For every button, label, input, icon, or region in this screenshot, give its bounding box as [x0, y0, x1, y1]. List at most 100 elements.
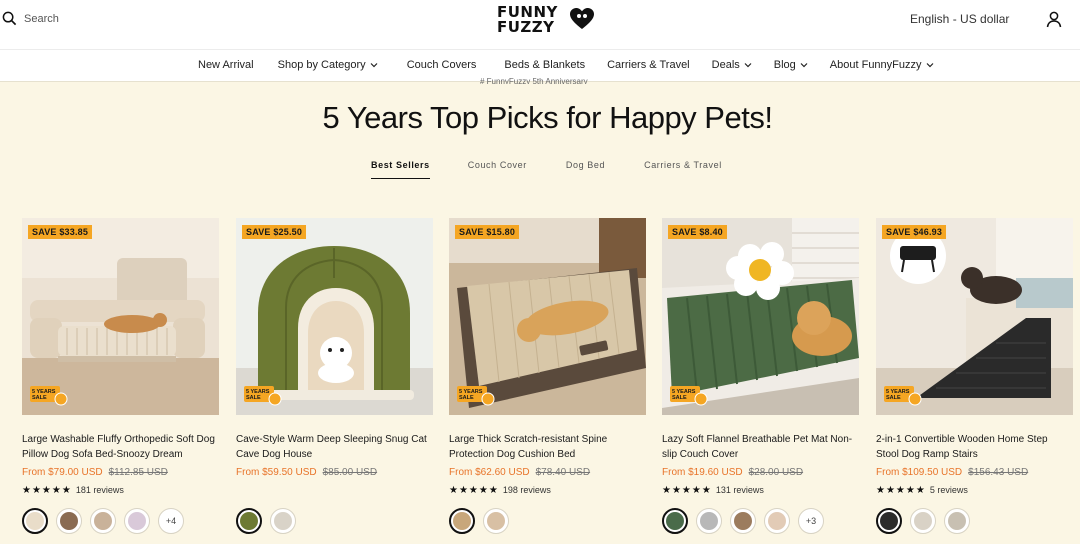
save-badge: SAVE $25.50 — [242, 225, 307, 239]
nav-item-deals[interactable]: Deals — [712, 59, 752, 71]
chevron-down-icon — [744, 63, 752, 68]
compare-price: $78.40 USD — [535, 467, 591, 478]
save-badge: SAVE $46.93 — [882, 225, 947, 239]
color-swatch[interactable] — [764, 508, 790, 534]
nav-item-beds-blankets[interactable]: Beds & Blankets — [504, 59, 585, 71]
collection-tabs: Best Sellers Couch Cover Dog Bed Carrier… — [371, 160, 722, 179]
star-rating-icon: ★★★★★ — [22, 485, 72, 496]
nav-label: Beds & Blankets — [504, 59, 586, 71]
color-swatch[interactable] — [876, 508, 902, 534]
product-image[interactable]: SAVE $15.80 5 YEARS SALE — [449, 218, 646, 415]
more-colors-button[interactable]: +3 — [798, 508, 824, 534]
save-badge: SAVE $8.40 — [668, 225, 727, 239]
color-swatches — [876, 508, 970, 534]
color-swatch[interactable] — [56, 508, 82, 534]
color-swatch[interactable] — [662, 508, 688, 534]
review-count: 131 reviews — [715, 485, 764, 495]
compare-price: $85.00 USD — [322, 467, 378, 478]
account-icon[interactable] — [1046, 11, 1062, 28]
product-title[interactable]: Large Thick Scratch-resistant Spine Prot… — [449, 432, 646, 462]
product-image[interactable]: SAVE $33.85 5 YEARS SALE — [22, 218, 219, 415]
star-rating-icon: ★★★★★ — [662, 485, 712, 496]
product-price: From $62.60 USD $78.40 USD — [449, 467, 590, 478]
5-years-sale-badge: 5 YEARS SALE — [30, 386, 68, 406]
search-button[interactable]: Search — [2, 11, 59, 26]
review-count: 181 reviews — [75, 485, 124, 495]
product-image[interactable]: SAVE $46.93 5 YEARS SALE — [876, 218, 1073, 415]
product-price: From $79.00 USD $112.85 USD — [22, 467, 168, 478]
page-title: 5 Years Top Picks for Happy Pets! — [322, 100, 773, 135]
badge-line-2: SALE — [886, 395, 901, 401]
product-title[interactable]: Large Washable Fluffy Orthopedic Soft Do… — [22, 432, 219, 462]
language-currency-selector[interactable]: English - US dollar — [910, 12, 1009, 26]
badge-line-2: SALE — [672, 395, 687, 401]
product-rating[interactable]: ★★★★★ 181 reviews — [22, 485, 124, 496]
more-colors-button[interactable]: +4 — [158, 508, 184, 534]
color-swatch[interactable] — [730, 508, 756, 534]
star-rating-icon: ★★★★★ — [449, 485, 499, 496]
product-title[interactable]: Lazy Soft Flannel Breathable Pet Mat Non… — [662, 432, 859, 462]
color-swatch[interactable] — [90, 508, 116, 534]
product-rating[interactable]: ★★★★★ 5 reviews — [876, 485, 968, 496]
nav-label: Shop by Category — [277, 59, 366, 71]
nav-item-couch-covers[interactable]: Couch Covers — [407, 59, 477, 71]
color-swatch[interactable] — [124, 508, 150, 534]
5-years-sale-badge: 5 YEARS SALE — [244, 386, 282, 406]
product-title[interactable]: 2-in-1 Convertible Wooden Home Step Stoo… — [876, 432, 1073, 462]
product-title[interactable]: Cave-Style Warm Deep Sleeping Snug Cat C… — [236, 432, 433, 462]
badge-line-2: SALE — [459, 395, 474, 401]
compare-price: $112.85 USD — [108, 467, 168, 478]
color-swatches — [449, 508, 509, 534]
color-swatch[interactable] — [270, 508, 296, 534]
sale-price: From $59.50 USD — [236, 467, 317, 478]
tab-dog-bed[interactable]: Dog Bed — [566, 160, 605, 179]
nav-label: Blog — [773, 59, 796, 71]
product-card[interactable]: SAVE $25.50 5 YEARS SALE Cave-Style Warm… — [236, 218, 433, 534]
tab-carriers-travel[interactable]: Carriers & Travel — [644, 160, 722, 179]
color-swatch[interactable] — [449, 508, 475, 534]
product-image[interactable]: SAVE $8.40 5 YEARS SALE — [662, 218, 859, 415]
nav-item-new-arrival[interactable]: New Arrival — [198, 59, 254, 71]
compare-price: $156.43 USD — [968, 467, 1029, 478]
product-card[interactable]: SAVE $15.80 5 YEARS SALE Large Thick Scr… — [449, 218, 646, 534]
product-rating[interactable]: ★★★★★ 198 reviews — [449, 485, 551, 496]
product-card[interactable]: SAVE $46.93 5 YEARS SALE 2-in-1 Converti… — [876, 218, 1073, 534]
nav-item-blog[interactable]: Blog — [774, 59, 808, 71]
product-card[interactable]: SAVE $8.40 5 YEARS SALE Lazy Soft Flanne… — [662, 218, 859, 534]
nav-label: Carriers & Travel — [607, 59, 690, 71]
chevron-down-icon — [800, 63, 808, 68]
5-years-sale-badge: 5 YEARS SALE — [670, 386, 708, 406]
save-badge: SAVE $33.85 — [28, 225, 93, 239]
color-swatch[interactable] — [944, 508, 970, 534]
review-count: 5 reviews — [929, 485, 968, 495]
color-swatch[interactable] — [910, 508, 936, 534]
tab-best-sellers[interactable]: Best Sellers — [371, 160, 430, 179]
star-rating-icon: ★★★★★ — [876, 485, 926, 496]
funnyfuzzy-logo[interactable]: FUNNY FUZZY — [497, 5, 601, 37]
nav-item-shop-by-category[interactable]: Shop by Category — [278, 59, 378, 71]
5-years-sale-badge: 5 YEARS SALE — [884, 386, 922, 406]
compare-price: $28.00 USD — [748, 467, 804, 478]
color-swatch[interactable] — [22, 508, 48, 534]
breadcrumb: # FunnyFuzzy 5th Anniversary — [480, 77, 588, 84]
save-badge: SAVE $15.80 — [455, 225, 520, 239]
color-swatches — [236, 508, 296, 534]
review-count: 198 reviews — [502, 485, 551, 495]
color-swatches: +3 — [662, 508, 824, 534]
color-swatch[interactable] — [236, 508, 262, 534]
color-swatch[interactable] — [696, 508, 722, 534]
sale-price: From $19.60 USD — [662, 467, 743, 478]
site-header: Search FUNNY FUZZY English - US dollar — [0, 0, 1080, 50]
tab-couch-cover[interactable]: Couch Cover — [468, 160, 527, 179]
search-icon — [2, 11, 17, 26]
product-card[interactable]: SAVE $33.85 5 YEARS SALE Large Washable … — [22, 218, 219, 534]
nav-item-about[interactable]: About FunnyFuzzy — [830, 59, 934, 71]
nav-item-carriers-travel[interactable]: Carriers & Travel — [607, 59, 690, 71]
product-rating[interactable]: ★★★★★ 131 reviews — [662, 485, 764, 496]
chevron-down-icon — [926, 63, 933, 68]
sale-price: From $62.60 USD — [449, 467, 530, 478]
product-image[interactable]: SAVE $25.50 5 YEARS SALE — [236, 218, 433, 415]
nav-label: About FunnyFuzzy — [829, 59, 922, 71]
nav-label: New Arrival — [198, 59, 254, 71]
color-swatch[interactable] — [483, 508, 509, 534]
